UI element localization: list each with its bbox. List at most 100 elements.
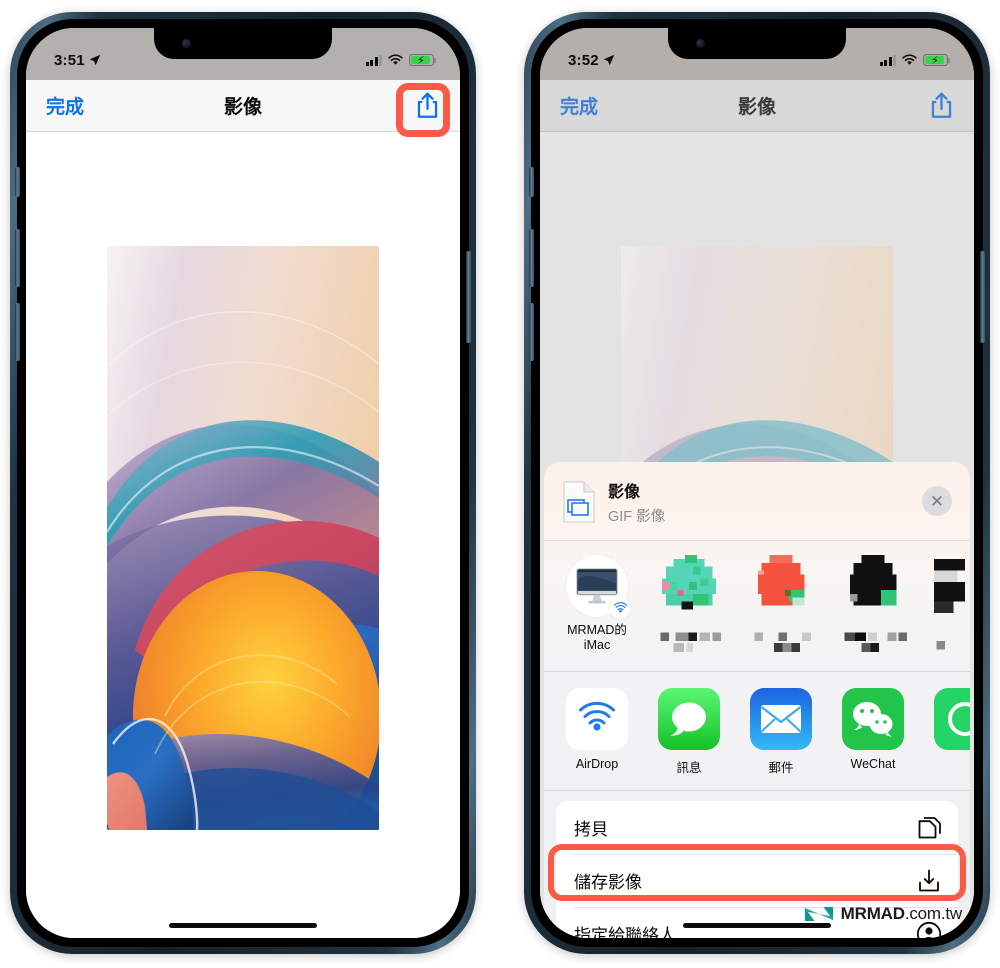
airdrop-target-imac[interactable]: MRMAD的 iMac — [564, 555, 631, 653]
airdrop-people-row: MRMAD的 iMac — [544, 541, 970, 672]
screen-right: 3:52 ⚡ 完成 影像 影像 GIF 影像 ✕ MRMAD的 iMac Air… — [540, 28, 974, 938]
share-app-airdrop[interactable]: AirDrop — [566, 688, 628, 771]
front-camera-icon — [182, 39, 191, 48]
abstract-swirl-artwork — [107, 246, 379, 830]
mail-icon — [750, 688, 812, 750]
share-sheet-title: 影像 — [608, 484, 641, 501]
share-sheet-subtitle: GIF 影像 — [608, 509, 666, 525]
status-time: 3:52 — [568, 51, 599, 69]
wifi-icon — [902, 54, 917, 65]
share-sheet: 影像 GIF 影像 ✕ MRMAD的 iMac AirDrop 訊息 郵件 We… — [544, 462, 970, 938]
contact-avatar-icon — [661, 555, 717, 610]
share-app-whatsapp[interactable] — [934, 688, 970, 757]
contact-avatar-icon — [757, 555, 805, 606]
action-label: 指定給聯絡人 — [574, 926, 676, 938]
speech-bubble-glyph — [670, 702, 706, 736]
mrmad-logo-icon — [804, 906, 833, 922]
copy-icon — [918, 816, 941, 838]
share-apps-row: AirDrop 訊息 郵件 WeChat — [544, 672, 970, 791]
mute-switch-left[interactable] — [15, 167, 20, 197]
tutorial-screenshot: 3:51 ⚡ 完成 影像 3:52 ⚡ 完成 影像 影像 GIF 影像 ✕ MR… — [0, 0, 1000, 968]
power-button-left[interactable] — [466, 251, 471, 343]
share-app-wechat[interactable]: WeChat — [842, 688, 904, 771]
contact-suggestion-2[interactable] — [748, 555, 814, 659]
site-watermark: MRMAD.com.tw — [804, 904, 962, 924]
page-title-left: 影像 — [223, 97, 263, 118]
share-app-label: 郵件 — [768, 761, 794, 775]
share-app-mail[interactable]: 郵件 — [750, 688, 812, 776]
action-label: 儲存影像 — [574, 873, 642, 892]
battery-charging-icon: ⚡ — [923, 54, 951, 67]
airdrop-target-name: MRMAD的 iMac — [564, 623, 630, 653]
messages-icon — [658, 688, 720, 750]
volume-down-button-left[interactable] — [15, 303, 20, 361]
envelope-glyph — [760, 705, 802, 733]
power-button-right[interactable] — [980, 251, 985, 343]
airdrop-icon — [609, 597, 631, 619]
contact-avatar-icon — [934, 558, 965, 614]
wallpaper-image-left[interactable] — [107, 246, 379, 830]
done-button-right[interactable]: 完成 — [560, 92, 598, 119]
watermark-text: MRMAD.com.tw — [840, 904, 963, 924]
volume-down-button-right[interactable] — [529, 303, 534, 361]
wechat-icon — [842, 688, 904, 750]
notch-right — [668, 28, 846, 59]
share-app-label: 訊息 — [676, 761, 702, 775]
imac-airdrop-icon — [566, 555, 631, 619]
phone-bezel-left: 3:51 ⚡ 完成 影像 — [15, 19, 471, 947]
status-right-group: ⚡ — [365, 54, 437, 67]
close-icon[interactable]: ✕ — [922, 486, 952, 516]
whatsapp-glyph — [948, 702, 970, 736]
save-download-icon — [919, 869, 939, 891]
mute-switch-right[interactable] — [529, 167, 534, 197]
wechat-glyph — [853, 702, 893, 737]
location-arrow-icon — [603, 54, 615, 66]
airdrop-name-line2: iMac — [583, 638, 611, 652]
highlight-box-share-button — [396, 83, 450, 137]
front-camera-icon — [696, 39, 705, 48]
share-button-right[interactable] — [929, 91, 954, 121]
done-button-left[interactable]: 完成 — [46, 92, 84, 119]
status-right-group: ⚡ — [879, 54, 951, 67]
share-app-messages[interactable]: 訊息 — [658, 688, 720, 776]
home-indicator-left[interactable] — [169, 922, 317, 928]
wifi-icon — [388, 54, 403, 65]
contact-name-blurred — [754, 632, 811, 652]
notch-left — [154, 28, 332, 59]
whatsapp-icon — [934, 688, 970, 750]
cellular-bars-icon — [365, 54, 382, 66]
imac-thumbnail-icon — [576, 568, 618, 604]
home-indicator-right[interactable] — [683, 922, 831, 928]
airdrop-icon — [566, 688, 628, 750]
share-app-label: AirDrop — [575, 757, 619, 771]
contact-name-blurred — [844, 632, 908, 652]
cellular-bars-icon — [879, 54, 896, 66]
share-sheet-header: 影像 GIF 影像 ✕ — [544, 462, 970, 541]
contact-suggestion-1[interactable] — [656, 555, 722, 659]
contact-name-blurred — [660, 632, 721, 652]
screen-left: 3:51 ⚡ 完成 影像 — [26, 28, 460, 938]
volume-up-button-left[interactable] — [15, 229, 20, 287]
navigation-bar-left: 完成 影像 — [26, 80, 460, 132]
contact-suggestion-3[interactable] — [840, 555, 908, 659]
volume-up-button-right[interactable] — [529, 229, 534, 287]
page-title-right: 影像 — [737, 97, 777, 118]
watermark-brand: MRMAD — [840, 904, 905, 923]
iphone-left: 3:51 ⚡ 完成 影像 — [10, 12, 476, 954]
share-app-label: WeChat — [850, 757, 896, 771]
navigation-bar-right: 完成 影像 — [540, 80, 974, 132]
airdrop-glyph — [579, 702, 615, 731]
image-viewer-right: 影像 GIF 影像 ✕ MRMAD的 iMac AirDrop 訊息 郵件 We… — [540, 132, 974, 938]
status-left-group: 3:51 — [54, 52, 101, 69]
contact-name-blurred — [936, 641, 945, 650]
action-row-copy[interactable]: 拷貝 — [556, 801, 958, 854]
airdrop-glyph — [613, 601, 627, 612]
watermark-domain: .com.tw — [904, 904, 962, 923]
status-time: 3:51 — [54, 51, 85, 69]
contact-suggestion-4[interactable] — [932, 555, 970, 659]
image-document-icon — [563, 481, 595, 523]
action-label: 拷貝 — [574, 820, 608, 839]
share-sheet-file-info: 影像 GIF 影像 — [608, 478, 665, 526]
action-row-save-image[interactable]: 儲存影像 — [556, 854, 958, 907]
image-viewer-left — [26, 132, 460, 938]
